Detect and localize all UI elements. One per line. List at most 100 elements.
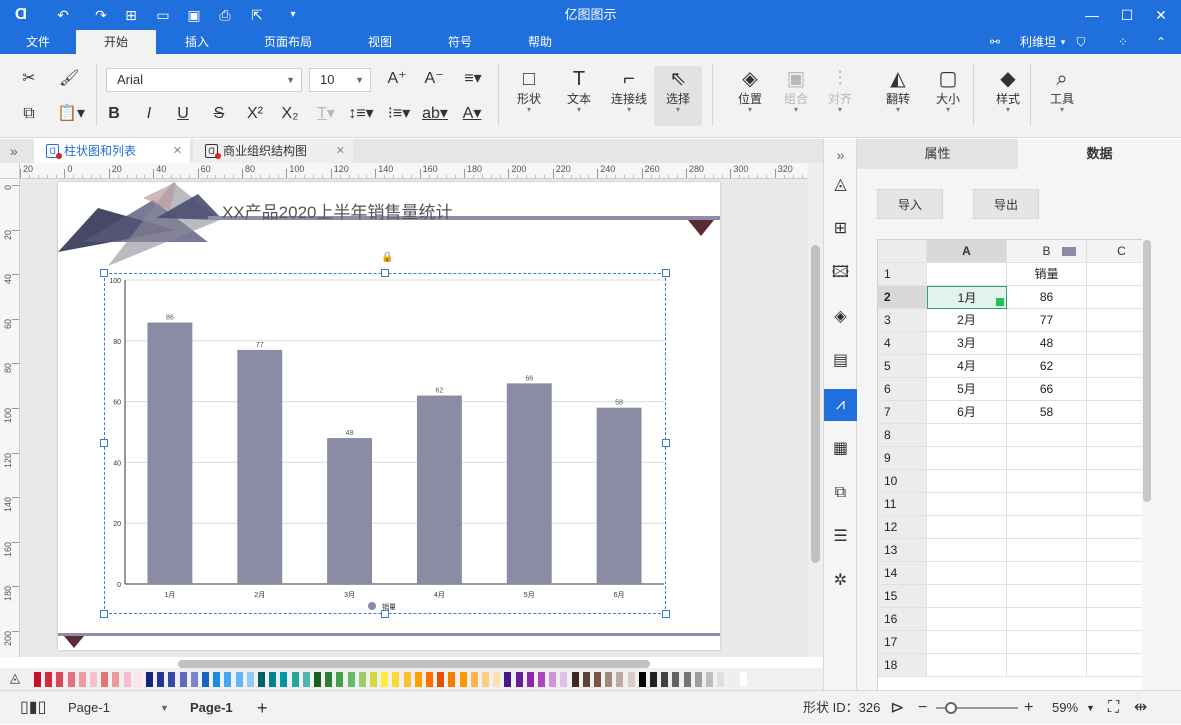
grid-cell[interactable] bbox=[1007, 539, 1087, 562]
grid-cell[interactable] bbox=[927, 447, 1007, 470]
color-swatch[interactable] bbox=[426, 672, 433, 687]
add-page-icon[interactable]: + bbox=[257, 691, 268, 725]
grid-cell[interactable] bbox=[1087, 378, 1142, 401]
color-swatch[interactable] bbox=[627, 672, 635, 687]
color-swatch[interactable] bbox=[123, 672, 131, 687]
grid-cell[interactable] bbox=[1007, 493, 1087, 516]
tools-button[interactable]: ⌕ 工具 ▾ bbox=[1040, 66, 1084, 126]
color-swatch[interactable] bbox=[78, 672, 86, 687]
bar-chart[interactable]: 0 20 40 60 80 100 86 1月 77 2月 48 3月 62 4月 66 5月 58 6月 销量 bbox=[104, 273, 667, 614]
color-swatch[interactable] bbox=[650, 672, 657, 687]
chart-bar[interactable] bbox=[596, 407, 642, 584]
flip-button[interactable]: ◭ 翻转 ▾ bbox=[876, 66, 920, 126]
menu-file[interactable]: 文件 bbox=[14, 30, 62, 54]
image-icon[interactable]: 🖾 bbox=[824, 257, 857, 289]
table-icon[interactable]: ▦ bbox=[824, 433, 857, 465]
drawing-page[interactable]: XX产品2020上半年销售量统计 0 20 40 60 80 100 86 1月 77 2月 48 3… bbox=[58, 182, 720, 650]
color-swatch[interactable] bbox=[616, 672, 624, 687]
grid-cell[interactable] bbox=[1087, 585, 1142, 608]
color-swatch[interactable] bbox=[112, 672, 120, 687]
grid-cell[interactable]: 1月 bbox=[927, 286, 1007, 309]
page-properties-icon[interactable]: ▤ bbox=[824, 345, 857, 377]
color-swatch[interactable] bbox=[336, 672, 344, 687]
position-button[interactable]: ◈ 位置 ▾ bbox=[728, 66, 772, 126]
import-button[interactable]: 导入 bbox=[877, 189, 943, 219]
color-swatch[interactable] bbox=[258, 672, 265, 687]
grid-cell[interactable] bbox=[1087, 562, 1142, 585]
resize-handle[interactable] bbox=[100, 610, 108, 618]
row-header[interactable]: 18 bbox=[878, 654, 927, 677]
color-swatch[interactable] bbox=[202, 672, 209, 687]
grid-cell[interactable] bbox=[1087, 332, 1142, 355]
superscript-icon[interactable]: X² bbox=[243, 103, 267, 125]
bullet-list-icon[interactable]: ⁝≡▾ bbox=[384, 103, 414, 125]
zoom-caret-icon[interactable]: ▼ bbox=[1086, 691, 1095, 725]
data-grid[interactable]: A B C 1 销量 2 1月 86 3 2月 77 4 3月 48 5 4月 62 6 5月 66 7 6月 58 8 9 10… bbox=[877, 239, 1142, 690]
color-swatch[interactable] bbox=[448, 672, 456, 687]
shape-library-icon[interactable]: ⊞ bbox=[824, 213, 857, 245]
horizontal-scroll-thumb[interactable] bbox=[178, 660, 650, 668]
collapse-ribbon-icon[interactable]: ⌃ bbox=[1152, 30, 1170, 54]
tab-data[interactable]: 数据 bbox=[1018, 139, 1181, 169]
grid-cell[interactable] bbox=[1087, 447, 1142, 470]
grid-cell[interactable]: 4月 bbox=[927, 355, 1007, 378]
color-swatch[interactable] bbox=[280, 672, 288, 687]
color-swatch[interactable] bbox=[157, 672, 165, 687]
row-header[interactable]: 7 bbox=[878, 401, 927, 424]
grid-cell[interactable]: 3月 bbox=[927, 332, 1007, 355]
format-painter-icon[interactable]: 🖌 bbox=[59, 68, 79, 90]
color-swatch[interactable] bbox=[381, 672, 389, 687]
grid-cell[interactable] bbox=[1087, 493, 1142, 516]
zoom-in-icon[interactable]: + bbox=[1024, 691, 1033, 725]
color-swatch[interactable] bbox=[179, 672, 187, 687]
row-header[interactable]: 17 bbox=[878, 631, 927, 654]
expand-library-icon[interactable]: » bbox=[10, 139, 18, 163]
row-header[interactable]: 9 bbox=[878, 447, 927, 470]
grid-cell[interactable] bbox=[927, 654, 1007, 677]
color-swatch[interactable] bbox=[168, 672, 176, 687]
color-swatch[interactable] bbox=[706, 672, 713, 687]
tab-org-chart[interactable]: Ɑ 商业组织结构图 ✕ bbox=[193, 139, 353, 163]
tab-bar-chart-list[interactable]: Ɑ 柱状图和列表 ✕ bbox=[34, 139, 190, 163]
grid-cell[interactable]: 77 bbox=[1007, 309, 1087, 332]
color-swatch[interactable] bbox=[213, 672, 221, 687]
chart-bar[interactable] bbox=[327, 438, 373, 584]
grid-cell[interactable]: 86 bbox=[1007, 286, 1087, 309]
color-swatch[interactable] bbox=[403, 672, 411, 687]
grid-cell[interactable]: 2月 bbox=[927, 309, 1007, 332]
color-swatch[interactable] bbox=[571, 672, 579, 687]
document-title[interactable]: XX产品2020上半年销售量统计 bbox=[222, 198, 453, 223]
grid-cell[interactable] bbox=[927, 585, 1007, 608]
column-color-swatch[interactable] bbox=[1062, 247, 1076, 256]
grid-cell[interactable] bbox=[1007, 447, 1087, 470]
color-swatch[interactable] bbox=[302, 672, 310, 687]
grid-cell[interactable]: 48 bbox=[1007, 332, 1087, 355]
color-swatch[interactable] bbox=[549, 672, 557, 687]
cut-icon[interactable]: ✂ bbox=[19, 68, 39, 90]
row-header[interactable]: 12 bbox=[878, 516, 927, 539]
grid-cell[interactable] bbox=[1007, 516, 1087, 539]
grid-cell[interactable] bbox=[1087, 401, 1142, 424]
vertical-scroll-thumb[interactable] bbox=[811, 245, 820, 563]
user-dropdown-icon[interactable]: ▾ bbox=[1058, 30, 1068, 54]
row-header[interactable]: 1 bbox=[878, 263, 927, 286]
cell-fill-handle[interactable] bbox=[996, 298, 1004, 306]
color-swatch[interactable] bbox=[414, 672, 422, 687]
color-swatch[interactable] bbox=[538, 672, 545, 687]
grid-cell[interactable] bbox=[1007, 424, 1087, 447]
vertical-scrollbar[interactable] bbox=[808, 163, 823, 657]
column-header[interactable]: A bbox=[927, 240, 1007, 263]
grid-cell[interactable]: 5月 bbox=[927, 378, 1007, 401]
color-swatch[interactable] bbox=[605, 672, 613, 687]
row-header[interactable]: 8 bbox=[878, 424, 927, 447]
column-header[interactable]: B bbox=[1007, 240, 1087, 263]
column-header[interactable]: C bbox=[1087, 240, 1142, 263]
copy-icon[interactable]: ⧉ bbox=[19, 103, 39, 125]
chart-bar[interactable] bbox=[416, 395, 462, 584]
row-header[interactable]: 10 bbox=[878, 470, 927, 493]
text-align-icon[interactable]: ≡▾ bbox=[458, 68, 488, 90]
grid-cell[interactable] bbox=[1087, 539, 1142, 562]
color-swatch[interactable] bbox=[728, 672, 736, 687]
menu-page-layout[interactable]: 页面布局 bbox=[252, 30, 324, 54]
chart-bar[interactable] bbox=[506, 383, 552, 584]
